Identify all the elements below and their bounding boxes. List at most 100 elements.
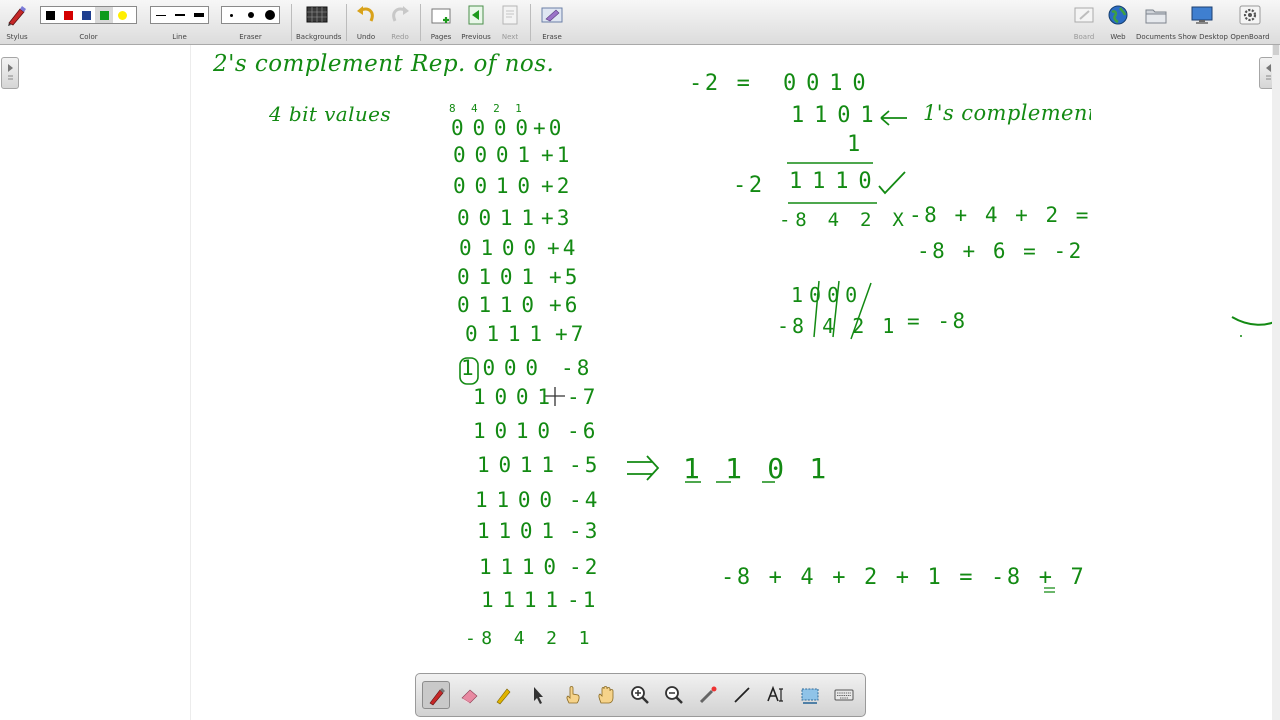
eraser-label: Eraser: [239, 33, 262, 41]
laser-pointer-icon: [699, 686, 717, 704]
table-row-bits: 1000: [461, 356, 547, 380]
line-width-options: [150, 6, 209, 24]
pages-button[interactable]: Pages: [426, 0, 456, 45]
interact-tool-button[interactable]: [558, 681, 586, 709]
table-row-value: +3: [541, 206, 573, 230]
globe-icon: [1108, 5, 1128, 25]
table-row-value: -3: [569, 519, 601, 543]
erase-board-icon: [541, 7, 563, 23]
redo-button[interactable]: Redo: [386, 0, 414, 45]
select-tool-button[interactable]: [524, 681, 552, 709]
table-row-bits: 1101: [477, 519, 563, 543]
toolbar-divider: [530, 4, 531, 41]
tool-palette: [415, 673, 866, 717]
add-page-icon: [431, 8, 451, 24]
line-tool-button[interactable]: [728, 681, 756, 709]
zoom-in-tool-button[interactable]: [626, 681, 654, 709]
result-label: -2: [733, 173, 765, 198]
plus-one: 1: [847, 132, 863, 157]
next-page-icon: [502, 5, 518, 25]
virtual-keyboard-button[interactable]: [830, 681, 858, 709]
table-row-value: -7: [567, 385, 599, 409]
screen-capture-icon: [801, 688, 819, 704]
ones-complement-note: 1's complement 2: [923, 101, 1118, 125]
weights-header: 8 4 2 1: [449, 102, 527, 115]
bottom-calculation: -8 + 4 + 2 + 1 = -8 + 7 = 1: [721, 565, 1150, 590]
pointer-arrow-icon: [534, 687, 543, 704]
left-margin: [0, 45, 190, 720]
color-black-swatch[interactable]: [41, 7, 59, 23]
neg-two-label: -2 =: [689, 71, 753, 96]
table-row-bits: 0011: [457, 206, 543, 230]
vertical-scrollbar[interactable]: [1272, 45, 1280, 720]
previous-page-button[interactable]: Previous: [460, 0, 492, 45]
next-page-button[interactable]: Next: [496, 0, 524, 45]
eraser-tool-button[interactable]: [456, 681, 484, 709]
stylus-button[interactable]: Stylus: [3, 0, 31, 45]
show-desktop-button[interactable]: Show Desktop: [1178, 0, 1228, 45]
text-icon: [767, 685, 783, 702]
main-toolbar: Stylus Color Line Eraser Backgrounds Und…: [0, 0, 1280, 45]
neg-two-bits: 0010: [783, 71, 876, 96]
pan-tool-button[interactable]: [592, 681, 620, 709]
line-medium-button[interactable]: [170, 7, 189, 23]
color-green-swatch[interactable]: [95, 7, 113, 23]
table-row-bits: 0111: [465, 322, 551, 346]
documents-button[interactable]: Documents: [1136, 0, 1176, 45]
line-icon: [734, 687, 750, 703]
scrollbar-thumb[interactable]: [1273, 45, 1279, 55]
monitor-icon: [1191, 6, 1213, 24]
capture-tool-button[interactable]: [796, 681, 824, 709]
stylus-label: Stylus: [6, 33, 28, 41]
highlighter-tool-button[interactable]: [490, 681, 518, 709]
zoom-out-tool-button[interactable]: [660, 681, 688, 709]
notes-title: 2's complement Rep. of nos.: [213, 51, 555, 77]
color-red-swatch[interactable]: [59, 7, 77, 23]
show-desktop-label: Show Desktop: [1178, 33, 1228, 41]
erase-button[interactable]: Erase: [537, 0, 567, 45]
undo-button[interactable]: Undo: [352, 0, 380, 45]
result-bits: 1110: [789, 169, 882, 194]
eraser-large-button[interactable]: [260, 7, 279, 23]
eraser-small-button[interactable]: [222, 7, 241, 23]
notes-subtitle: 4 bit values: [269, 102, 392, 126]
pages-label: Pages: [430, 33, 452, 41]
undo-icon: [357, 6, 374, 22]
table-row-value: -5: [569, 453, 601, 477]
redo-label: Redo: [391, 33, 409, 41]
table-row-value: +5: [549, 265, 581, 289]
stylus-icon: [8, 6, 26, 26]
library-toggle-button[interactable]: [1, 57, 19, 89]
laser-pointer-tool-button[interactable]: [694, 681, 722, 709]
table-row-bits: 1001: [473, 385, 559, 409]
line-label: Line: [172, 33, 187, 41]
table-row-value: +1: [541, 143, 573, 167]
backgrounds-button[interactable]: Backgrounds: [296, 0, 341, 45]
table-row-value: +6: [549, 293, 581, 317]
pen-tool-button[interactable]: [422, 681, 450, 709]
whiteboard-page[interactable]: 2's complement Rep. of nos. 4 bit values…: [190, 45, 1147, 720]
previous-page-icon: [468, 5, 484, 25]
line-thick-button[interactable]: [189, 7, 208, 23]
table-row-bits: 0001: [453, 143, 539, 167]
documents-label: Documents: [1136, 33, 1176, 41]
toolbar-divider: [291, 4, 292, 41]
bottom-weights-row: -8 4 2 1: [465, 628, 595, 649]
table-row-bits: 1110: [479, 555, 565, 579]
color-blue-swatch[interactable]: [77, 7, 95, 23]
line-thin-button[interactable]: [151, 7, 170, 23]
openboard-label: OpenBoard: [1230, 33, 1270, 41]
web-button[interactable]: Web: [1104, 0, 1132, 45]
table-row-value: -4: [569, 488, 601, 512]
color-group: Color: [40, 0, 137, 45]
toolbar-divider: [420, 4, 421, 41]
text-tool-button[interactable]: [762, 681, 790, 709]
toolbar-divider: [346, 4, 347, 41]
table-row-value: -8: [561, 356, 593, 380]
color-yellow-swatch[interactable]: [113, 7, 131, 23]
ones-complement-bits: 1101: [791, 103, 884, 128]
highlighter-icon: [496, 688, 511, 705]
openboard-button[interactable]: OpenBoard: [1230, 0, 1270, 45]
board-button[interactable]: Board: [1070, 0, 1098, 45]
eraser-medium-button[interactable]: [241, 7, 260, 23]
